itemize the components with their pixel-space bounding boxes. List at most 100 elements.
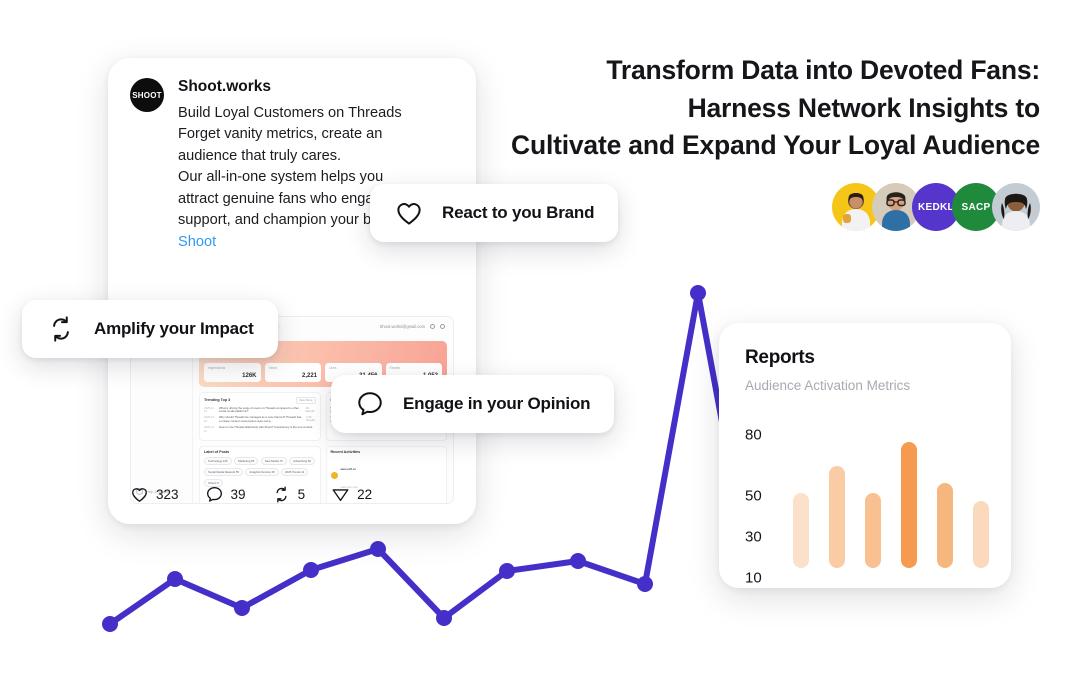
bar-chart-bar — [865, 492, 881, 568]
embed-stat-tile: Impressions 126K — [204, 363, 261, 382]
line-chart-point — [370, 541, 386, 557]
chip-engage-in-your-opinion[interactable]: Engage in your Opinion — [331, 375, 615, 433]
engagement-likes[interactable]: 323 — [130, 485, 179, 504]
bar-chart-y-tick: 50 — [745, 487, 762, 505]
embed-tag[interactable]: Advertising 60 — [289, 457, 315, 466]
embed-panel-row: 2025-12-12 Why should Threads be managed… — [204, 416, 316, 424]
line-chart-point — [167, 571, 183, 587]
embed-row-date: 2025-12-12 — [204, 416, 215, 424]
embed-tag[interactable]: Analytics Service 35 — [245, 467, 279, 477]
embed-tag[interactable]: Social Media Network 55 — [204, 467, 243, 477]
repost-icon — [276, 486, 287, 503]
heart-icon — [132, 488, 147, 502]
bar-chart-bar — [937, 482, 953, 568]
gear-icon[interactable] — [440, 324, 445, 329]
embed-panel-title: Trending Top 3 — [204, 398, 231, 402]
line-chart-point — [102, 616, 118, 632]
embed-row-text: What is driving the surge of users on Th… — [219, 405, 299, 414]
embed-stat-value: 126K — [242, 373, 257, 379]
bar-chart-y-axis: 80 50 30 10 — [745, 415, 775, 586]
page-root: Transform Data into Devoted Fans: Harnes… — [0, 0, 1080, 675]
bar-chart-bar — [829, 466, 845, 568]
embed-panel-row: 2025-12-11 How to Use Threads Effectivel… — [204, 425, 316, 433]
embed-stat-label: Views — [268, 366, 277, 370]
engagement-shares[interactable]: 22 — [331, 485, 372, 504]
embed-panel-trending: Trending Top 3 View More 2025-12-13 What… — [199, 392, 321, 441]
avatar-badge-kedkl-label: KEDKL — [918, 201, 954, 213]
embed-sidebar: Threads Account Help & Support — [131, 336, 193, 503]
comment-icon — [206, 487, 222, 502]
embed-panel-title: Label of Posts — [204, 450, 230, 455]
headline-line-2: Harness Network Insights to — [687, 92, 1041, 123]
engagement-comments[interactable]: 39 — [205, 485, 246, 504]
embed-panel-action[interactable]: View More — [295, 396, 316, 404]
bar-chart-bar — [901, 441, 917, 568]
embed-account-email: Shoot.works@gmail.com — [379, 324, 425, 329]
embed-tag-list: Technology 126 Marketing 85 New Media 75… — [204, 457, 316, 488]
engagement-shares-count: 22 — [357, 487, 373, 502]
heart-icon — [397, 203, 421, 225]
engagement-comments-count: 39 — [230, 487, 246, 502]
engagement-reposts[interactable]: 5 — [272, 485, 306, 504]
line-chart-point — [690, 285, 706, 301]
bar-chart-bars — [793, 415, 989, 568]
embed-stat-value: 2,221 — [301, 373, 317, 379]
line-chart-point — [234, 600, 250, 616]
embed-row-count: 3K Results — [305, 406, 315, 413]
embed-stat-label: Likes — [329, 366, 337, 370]
post-text-line-1: Build Loyal Customers on Threads — [178, 105, 402, 121]
post-card: SHOOT Shoot.works Build Loyal Customers … — [108, 58, 476, 524]
embed-topbar-right: Shoot.works@gmail.com — [380, 324, 445, 329]
share-icon — [332, 489, 349, 502]
bar-chart-bar — [973, 500, 989, 568]
chip-amplify-your-impact[interactable]: Amplify your Impact — [22, 300, 278, 358]
post-text-line-2: Forget vanity metrics, create an — [178, 126, 383, 143]
embed-panel-header: Label of Posts — [204, 450, 316, 454]
embed-panel-title: Recent Activities — [330, 450, 361, 455]
bar-chart-y-tick: 80 — [745, 426, 762, 444]
avatar-badge-sacp-label: SACP — [961, 201, 991, 213]
bar-chart-y-tick: 10 — [745, 569, 762, 587]
line-chart-point — [303, 562, 319, 578]
repost-icon — [53, 316, 69, 342]
line-chart-point — [637, 576, 653, 592]
embed-activity-avatar — [330, 471, 338, 479]
chip-engage-label: Engage in your Opinion — [403, 394, 591, 413]
reports-subtitle: Audience Activation Metrics — [745, 378, 911, 393]
headline-line-3: Cultivate and Expand Your Loyal Audience — [511, 130, 1040, 161]
post-text-line-3: audience that truly cares. — [178, 147, 342, 164]
embed-panel-row: 2025-12-13 What is driving the surge of … — [204, 405, 316, 415]
page-title: Transform Data into Devoted Fans: Harnes… — [480, 52, 1040, 165]
embed-stat-label: Impressions — [208, 366, 226, 370]
embed-row-text: Why should Threads be managed as a new c… — [219, 415, 302, 424]
post-engagement-row: 323 39 5 22 — [130, 485, 372, 504]
engagement-reposts-count: 5 — [297, 487, 306, 502]
embed-row-count: 1.8K Results — [306, 416, 316, 423]
reports-bar-chart: 80 50 30 10 — [745, 415, 989, 586]
embed-stat-label: Replies — [389, 366, 401, 370]
embed-tag[interactable]: Marketing 85 — [234, 457, 259, 466]
embed-panel-header: Recent Activities — [331, 450, 443, 454]
bell-icon[interactable] — [430, 324, 435, 329]
engagement-likes-count: 323 — [156, 487, 179, 502]
line-chart-point — [499, 563, 515, 579]
comment-icon — [358, 392, 382, 416]
line-chart-point — [570, 553, 586, 569]
line-chart-point — [436, 610, 452, 626]
embed-tag[interactable]: Technology 126 — [204, 457, 232, 466]
embed-activity-name: aww.ceff.co — [340, 467, 357, 472]
chip-amplify-label: Amplify your Impact — [94, 319, 254, 338]
avatar-group: KEDKL SACP — [832, 183, 1040, 231]
reports-card: Reports Audience Activation Metrics 80 50… — [719, 323, 1011, 588]
bar-chart-y-tick: 30 — [745, 528, 762, 546]
shoot-logo: SHOOT — [130, 78, 164, 112]
post-author: Shoot.works — [178, 78, 272, 95]
embed-tag[interactable]: New Media 75 — [260, 457, 287, 466]
chip-react-to-your-brand[interactable]: React to you Brand — [370, 184, 619, 242]
avatar-person-3 — [992, 183, 1040, 231]
embed-tag[interactable]: 2025 Trends 11 — [281, 467, 309, 477]
chip-react-label: React to you Brand — [442, 203, 595, 222]
embed-row-date: 2025-12-13 — [204, 406, 215, 414]
embed-row-date: 2025-12-11 — [204, 426, 215, 433]
bar-chart-bar — [793, 492, 809, 568]
